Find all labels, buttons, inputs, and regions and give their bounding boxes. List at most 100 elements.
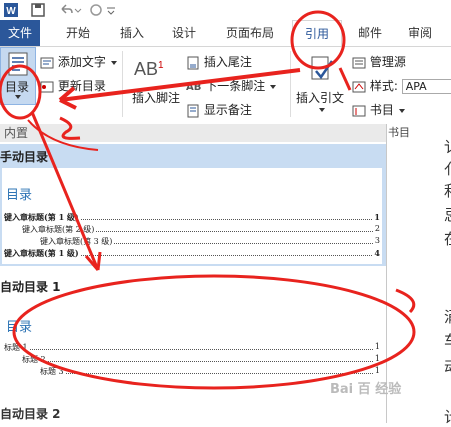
tab-review[interactable]: 审阅	[400, 20, 440, 46]
insert-endnote-button[interactable]: 插入尾注	[186, 53, 252, 70]
manage-sources-label: 管理源	[369, 55, 406, 69]
toc-entry-text: 键入章标题(第 3 级)	[40, 237, 113, 246]
ab-icon-text: AB	[134, 59, 159, 79]
toc-preview-title: 目录	[6, 188, 33, 203]
insert-citation-label: 插入引文	[296, 91, 345, 105]
toc-preview-title: 目录	[6, 320, 33, 335]
doc-char: 涌	[444, 306, 451, 327]
chevron-down-icon	[319, 108, 325, 112]
toc-preview-line: 键入章标题(第 2 级) 2	[22, 224, 380, 235]
manage-sources-button[interactable]: 管理源	[352, 53, 406, 70]
manual-toc-preview: 目录 键入章标题(第 1 级) 1 键入章标题(第 2 级) 2 键入章标题(第 3…	[2, 168, 382, 264]
toc-entry-page: 1	[374, 342, 380, 351]
insert-citation-icon	[311, 56, 334, 80]
toc-entry-text: 标题 2	[22, 355, 46, 364]
toc-entry-page: 1	[374, 354, 380, 363]
toc-entry-page: 2	[374, 224, 380, 233]
toc-preview-line: 标题 1 1	[4, 342, 380, 353]
group-separator	[290, 51, 291, 117]
customize-toolbar-icon[interactable]	[106, 2, 116, 18]
tab-mailings[interactable]: 邮件	[350, 20, 390, 46]
tab-layout[interactable]: 页面布局	[220, 20, 280, 46]
toc-preview-line: 键入章标题(第 1 级) 1	[4, 212, 380, 223]
redo-icon[interactable]	[88, 2, 104, 18]
toc-preview-line: 键入章标题(第 1 级) 4	[4, 248, 380, 259]
doc-char: 讠	[444, 136, 451, 157]
style-value[interactable]: APA	[401, 79, 451, 94]
add-text-label: 添加文字	[57, 55, 106, 69]
ab-icon-sup: 1	[158, 60, 164, 71]
toc-entry-text: 键入章标题(第 1 级)	[4, 248, 79, 258]
add-text-button[interactable]: 添加文字	[40, 53, 118, 70]
toc-preview-line: 键入章标题(第 3 级) 3	[40, 236, 380, 247]
tab-file[interactable]: 文件	[0, 20, 40, 46]
tab-design[interactable]: 设计	[164, 20, 204, 46]
toc-entry-page: 1	[374, 212, 380, 222]
toc-entry-page: 3	[374, 236, 380, 245]
toc-gallery: 内置 手动目录 目录 键入章标题(第 1 级) 1 键入章标题(第 2 级) 2 键…	[0, 124, 387, 423]
save-icon[interactable]	[30, 2, 46, 18]
toc-preview-line: 标题 2 1	[22, 354, 380, 365]
svg-text:W: W	[6, 6, 16, 17]
toc-icon	[8, 52, 28, 76]
toc-button[interactable]: 目录	[0, 47, 36, 105]
auto-toc-1-preview: 目录 标题 1 1 标题 2 1 标题 3 1	[2, 298, 382, 396]
group-separator	[122, 51, 123, 117]
builtin-header: 内置	[0, 124, 386, 142]
update-toc-button[interactable]: 更新目录	[40, 77, 106, 94]
insert-endnote-label: 插入尾注	[203, 55, 252, 69]
auto-toc-1-label: 自动目录 1	[0, 280, 61, 294]
toc-entry-page: 1	[374, 366, 380, 375]
bibliography-label: 书目	[369, 103, 394, 117]
show-notes-button[interactable]: 显示备注	[186, 101, 252, 118]
ab-footnote-icon: AB1	[134, 59, 164, 80]
manual-toc-label: 手动目录	[0, 150, 49, 164]
toc-entry-text: 标题 1	[4, 343, 28, 352]
style-label: 样式:	[369, 79, 398, 93]
toc-entry-text: 键入章标题(第 1 级)	[4, 212, 79, 222]
next-footnote-button[interactable]: AB 下一条脚注	[186, 77, 277, 94]
tab-home[interactable]: 开始	[58, 20, 98, 46]
toc-entry-page: 4	[374, 248, 380, 258]
doc-char: 亻	[444, 158, 451, 179]
title-bar: W	[0, 0, 451, 20]
insert-endnote-icon	[187, 56, 199, 69]
style-selector[interactable]: 样式: APA	[352, 77, 451, 94]
next-footnote-label: 下一条脚注	[205, 79, 266, 93]
tab-insert[interactable]: 插入	[112, 20, 152, 46]
toc-entry-text: 键入章标题(第 2 级)	[22, 225, 95, 234]
manual-toc-option[interactable]: 手动目录 目录 键入章标题(第 1 级) 1 键入章标题(第 2 级) 2 键入章标…	[0, 144, 386, 266]
doc-char: 动	[444, 356, 451, 377]
toc-preview-line: 标题 3 1	[40, 366, 380, 377]
update-toc-icon	[40, 81, 54, 92]
doc-char: 计	[444, 406, 451, 427]
doc-char: 在	[444, 228, 451, 249]
tab-references[interactable]: 引用	[292, 20, 342, 48]
chevron-down-icon	[270, 85, 277, 89]
style-icon	[352, 81, 366, 92]
undo-dropdown-icon[interactable]	[74, 2, 82, 18]
auto-toc-2-label[interactable]: 自动目录 2	[0, 406, 386, 422]
toc-entry-text: 标题 3	[40, 367, 64, 376]
toc-button-label: 目录	[5, 80, 30, 94]
chevron-down-icon	[398, 109, 405, 113]
watermark: Bai 百 经验	[330, 382, 402, 397]
undo-icon[interactable]	[58, 2, 74, 18]
doc-char: 利	[444, 180, 451, 201]
chevron-down-icon	[110, 61, 117, 65]
ribbon-tabs: 文件 开始 插入 设计 页面布局 引用 邮件 审阅	[0, 20, 451, 48]
insert-citation-button[interactable]: 插入引文	[296, 49, 348, 121]
auto-toc-1-option[interactable]: 自动目录 1 目录 标题 1 1 标题 2 1 标题 3 1	[0, 274, 386, 400]
update-toc-label: 更新目录	[57, 79, 106, 93]
doc-char: 忌	[444, 204, 451, 225]
ribbon: 目录 添加文字 更新目录 AB1 插入脚注 插入尾注 AB 下一条脚注 显示备注…	[0, 46, 451, 126]
word-app-icon: W	[4, 3, 18, 17]
show-notes-label: 显示备注	[203, 103, 252, 117]
insert-footnote-button[interactable]: 插入脚注	[132, 89, 180, 106]
manage-sources-icon	[352, 57, 366, 68]
add-text-icon	[40, 57, 54, 68]
bibliography-icon	[352, 105, 366, 116]
bibliography-button[interactable]: 书目	[352, 101, 406, 118]
ab-next-icon: AB	[186, 82, 202, 93]
chevron-down-icon	[15, 95, 21, 99]
